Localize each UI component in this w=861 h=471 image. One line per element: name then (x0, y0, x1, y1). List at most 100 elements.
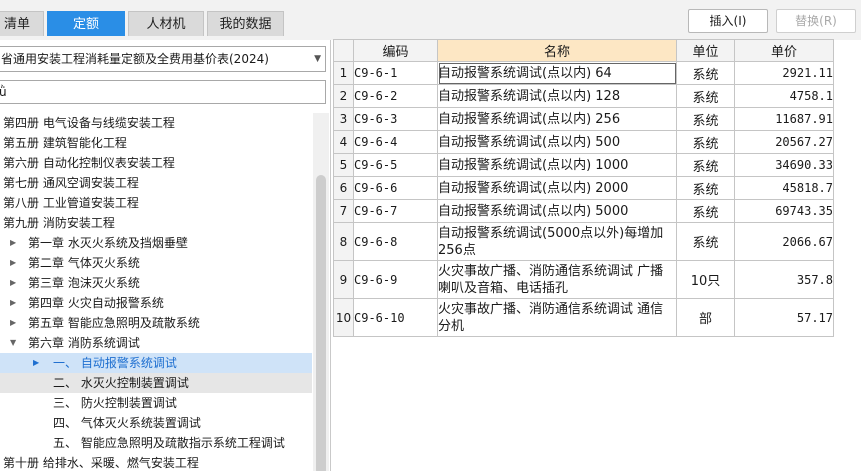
tree-scrollbar[interactable] (313, 113, 329, 471)
table-row[interactable]: 10 C9-6-10 火灾事故广播、消防通信系统调试 通信分机部 57.17 (333, 298, 834, 337)
tree-node-label: 第四册 电气设备与线缆安装工程 (3, 116, 175, 130)
tree-node-label: 第三章 泡沫灭火系统 (28, 276, 140, 290)
tree-node[interactable]: 三、 防火控制装置调试 (0, 393, 312, 413)
tree-node-label: 五、 智能应急照明及疏散指示系统工程调试 (53, 436, 285, 450)
search-input-value: ǜ (0, 81, 7, 103)
tree-node[interactable]: 五、 智能应急照明及疏散指示系统工程调试 (0, 433, 312, 453)
column-header-name[interactable]: 名称 (437, 39, 677, 62)
code-cell: C9-6-4 (353, 130, 438, 154)
tree-node-label: 第六章 消防系统调试 (28, 336, 140, 350)
price-cell: 20567.27 (734, 130, 834, 154)
unit-cell: 系统 (676, 84, 735, 108)
tab-labor-material-machine[interactable]: 人材机 (128, 11, 204, 36)
tree-node-label: 第六册 自动化控制仪表安装工程 (3, 156, 175, 170)
price-cell: 69743.35 (734, 199, 834, 223)
table-row[interactable]: 2 C9-6-2 自动报警系统调试(点以内) 128 系统 4758.1 (333, 84, 834, 108)
row-index-cell: 2 (333, 84, 354, 108)
row-index-cell: 4 (333, 130, 354, 154)
tree-node[interactable]: 第六册 自动化控制仪表安装工程 (0, 153, 312, 173)
tree-node[interactable]: 第七册 通风空调安装工程 (0, 173, 312, 193)
quota-library-select[interactable]: 省通用安装工程消耗量定额及全费用基价表(2024) ▼ (0, 46, 326, 72)
tree-node-label: 第一章 水灭火系统及挡烟垂壁 (28, 236, 188, 250)
tree-node[interactable]: ▼ 第六章 消防系统调试 (0, 333, 312, 353)
table-row[interactable]: 3 C9-6-3 自动报警系统调试(点以内) 256 系统 11687.91 (333, 107, 834, 131)
triangle-right-icon[interactable]: ▶ (10, 273, 16, 293)
triangle-right-icon[interactable]: ▶ (10, 233, 16, 253)
tree-node[interactable]: 第八册 工业管道安装工程 (0, 193, 312, 213)
tree-node-label: 第九册 消防安装工程 (3, 216, 115, 230)
tree-node[interactable]: ▶ 一、 自动报警系统调试 (0, 353, 312, 373)
unit-cell: 系统 (676, 153, 735, 177)
tree-node-label: 二、 水灭火控制装置调试 (53, 376, 189, 390)
name-cell: 自动报警系统调试(点以内) 2000 (437, 176, 677, 200)
tree-node[interactable]: 四、 气体灭火系统装置调试 (0, 413, 312, 433)
code-cell: C9-6-10 (353, 298, 438, 337)
tab-bill[interactable]: 清单 (0, 11, 44, 36)
replace-button[interactable]: 替换(R) (776, 9, 856, 33)
search-input[interactable]: ǜ (0, 80, 326, 104)
tree-scrollbar-thumb[interactable] (316, 175, 326, 471)
code-cell: C9-6-9 (353, 260, 438, 299)
quota-library-value: 省通用安装工程消耗量定额及全费用基价表(2024) (1, 52, 269, 66)
table-row[interactable]: 5 C9-6-5 自动报警系统调试(点以内) 1000 系统 34690.33 (333, 153, 834, 177)
code-cell: C9-6-7 (353, 199, 438, 223)
unit-cell: 系统 (676, 107, 735, 131)
name-cell: 自动报警系统调试(点以内) 500 (437, 130, 677, 154)
quota-list-panel: 编码 名称 单位 单价 1 C9-6-1 自动报警系统调试(点以内) 64 系统 292… (331, 39, 861, 471)
tree-node[interactable]: 第四册 电气设备与线缆安装工程 (0, 113, 312, 133)
row-index-cell: 5 (333, 153, 354, 177)
tree-node[interactable]: 二、 水灭火控制装置调试 (0, 373, 312, 393)
row-index-cell: 1 (333, 61, 354, 85)
tree-node[interactable]: 第五册 建筑智能化工程 (0, 133, 312, 153)
code-cell: C9-6-2 (353, 84, 438, 108)
table-row[interactable]: 7 C9-6-7 自动报警系统调试(点以内) 5000 系统 69743.35 (333, 199, 834, 223)
tab-my-data[interactable]: 我的数据 (207, 11, 284, 36)
tree-node[interactable]: ▶ 第一章 水灭火系统及挡烟垂壁 (0, 233, 312, 253)
column-header-price[interactable]: 单价 (734, 39, 834, 62)
column-header-code[interactable]: 编码 (353, 39, 438, 62)
top-tab-bar: 清单 定额 人材机 我的数据 插入(I) 替换(R) (0, 0, 861, 40)
unit-cell: 部 (676, 298, 735, 337)
tree-node-label: 三、 防火控制装置调试 (53, 396, 177, 410)
table-row[interactable]: 6 C9-6-6 自动报警系统调试(点以内) 2000 系统 45818.7 (333, 176, 834, 200)
code-cell: C9-6-8 (353, 222, 438, 261)
name-cell: 自动报警系统调试(5000点以外)每增加256点 (437, 222, 677, 261)
tree-node-label: 第五册 建筑智能化工程 (3, 136, 127, 150)
column-header-index (333, 39, 354, 62)
tree-node[interactable]: ▶ 第二章 气体灭火系统 (0, 253, 312, 273)
code-cell: C9-6-6 (353, 176, 438, 200)
tree-node[interactable]: ▶ 第五章 智能应急照明及疏散系统 (0, 313, 312, 333)
unit-cell: 10只 (676, 260, 735, 299)
triangle-down-icon[interactable]: ▼ (10, 333, 16, 353)
tree-node[interactable]: 第九册 消防安装工程 (0, 213, 312, 233)
row-index-cell: 8 (333, 222, 354, 261)
quota-table: 编码 名称 单位 单价 1 C9-6-1 自动报警系统调试(点以内) 64 系统 292… (333, 39, 834, 337)
tree-node[interactable]: ▶ 第四章 火灾自动报警系统 (0, 293, 312, 313)
triangle-right-icon[interactable]: ▶ (10, 293, 16, 313)
name-cell: 自动报警系统调试(点以内) 128 (437, 84, 677, 108)
name-cell: 火灾事故广播、消防通信系统调试 广播喇叭及音箱、电话插孔 (437, 260, 677, 299)
price-cell: 45818.7 (734, 176, 834, 200)
unit-cell: 系统 (676, 130, 735, 154)
chevron-down-icon[interactable]: ▼ (314, 47, 321, 71)
code-cell: C9-6-1 (353, 61, 438, 85)
table-row[interactable]: 1 C9-6-1 自动报警系统调试(点以内) 64 系统 2921.11 (333, 61, 834, 85)
table-row[interactable]: 9 C9-6-9 火灾事故广播、消防通信系统调试 广播喇叭及音箱、电话插孔 10只 35… (333, 260, 834, 299)
table-row[interactable]: 4 C9-6-4 自动报警系统调试(点以内) 500 系统 20567.27 (333, 130, 834, 154)
tree-node-label: 一、 自动报警系统调试 (53, 356, 177, 370)
price-cell: 357.8 (734, 260, 834, 299)
name-cell: 自动报警系统调试(点以内) 256 (437, 107, 677, 131)
tree-node[interactable]: ▶ 第三章 泡沫灭火系统 (0, 273, 312, 293)
tree-node[interactable]: 第十册 给排水、采暖、燃气安装工程 (0, 453, 312, 471)
triangle-right-icon[interactable]: ▶ (10, 313, 16, 333)
code-cell: C9-6-3 (353, 107, 438, 131)
insert-button[interactable]: 插入(I) (688, 9, 768, 33)
table-row[interactable]: 8 C9-6-8 自动报警系统调试(5000点以外)每增加256点 系统 2066.67 (333, 222, 834, 261)
column-header-unit[interactable]: 单位 (676, 39, 735, 62)
triangle-right-icon[interactable]: ▶ (10, 253, 16, 273)
row-index-cell: 9 (333, 260, 354, 299)
triangle-right-icon[interactable]: ▶ (33, 353, 39, 373)
tab-quota[interactable]: 定额 (47, 11, 125, 36)
row-index-cell: 3 (333, 107, 354, 131)
price-cell: 57.17 (734, 298, 834, 337)
